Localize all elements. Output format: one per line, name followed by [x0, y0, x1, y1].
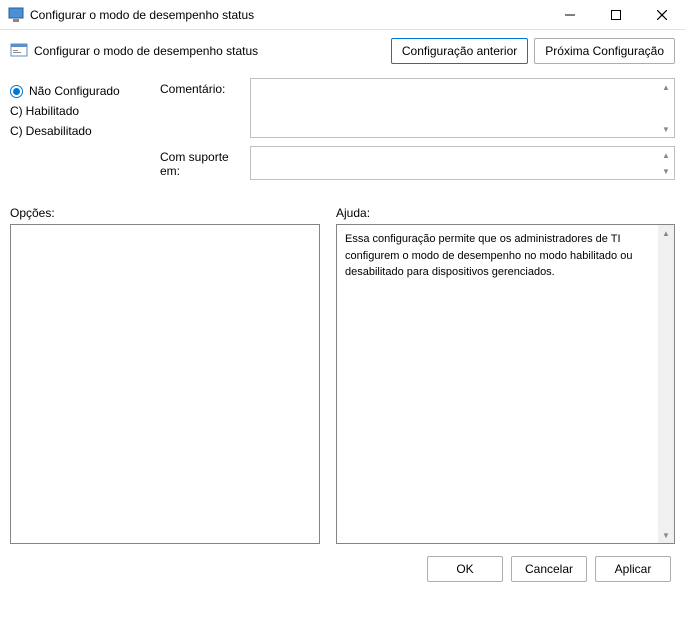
header-title: Configurar o modo de desempenho status — [34, 44, 391, 58]
radio-prefix: C) — [10, 104, 23, 118]
help-label: Ajuda: — [336, 206, 370, 220]
help-panel: Essa configuração permite que os adminis… — [336, 224, 675, 544]
supported-label: Com suporte em: — [160, 146, 250, 180]
scroll-up-icon: ▲ — [659, 148, 673, 162]
next-setting-button[interactable]: Próxima Configuração — [534, 38, 675, 64]
footer-buttons: OK Cancelar Aplicar — [10, 556, 675, 582]
radio-label: Desabilitado — [26, 124, 92, 138]
content-area: Configurar o modo de desempenho status C… — [0, 30, 685, 592]
help-scrollbar[interactable]: ▲ ▼ — [658, 225, 674, 543]
titlebar: Configurar o modo de desempenho status — [0, 0, 685, 30]
apply-button[interactable]: Aplicar — [595, 556, 671, 582]
radio-label: Habilitado — [26, 104, 79, 118]
app-icon — [8, 7, 24, 23]
scroll-down-icon: ▼ — [659, 164, 673, 178]
previous-setting-button[interactable]: Configuração anterior — [391, 38, 528, 64]
radio-dot-icon — [10, 85, 23, 98]
options-panel — [10, 224, 320, 544]
scroll-up-icon: ▲ — [659, 80, 673, 94]
ok-button[interactable]: OK — [427, 556, 503, 582]
window-title: Configurar o modo de desempenho status — [30, 8, 547, 22]
maximize-button[interactable] — [593, 0, 639, 29]
scroll-down-icon: ▼ — [659, 122, 673, 136]
radio-enabled[interactable]: C) Habilitado — [10, 104, 150, 118]
radio-prefix: C) — [10, 124, 23, 138]
policy-icon — [10, 42, 28, 60]
header-row: Configurar o modo de desempenho status C… — [10, 38, 675, 64]
close-button[interactable] — [639, 0, 685, 29]
state-options: Não Configurado C) Habilitado C) Desabil… — [10, 78, 160, 188]
radio-label: Não Configurado — [29, 84, 120, 98]
comment-scroll[interactable]: ▲ ▼ — [659, 80, 673, 136]
supported-input: ▲ ▼ — [250, 146, 675, 180]
scroll-down-icon: ▼ — [658, 527, 674, 543]
minimize-button[interactable] — [547, 0, 593, 29]
comment-input[interactable]: ▲ ▼ — [250, 78, 675, 138]
cancel-button[interactable]: Cancelar — [511, 556, 587, 582]
radio-not-configured[interactable]: Não Configurado — [10, 84, 150, 98]
radio-disabled[interactable]: C) Desabilitado — [10, 124, 150, 138]
comment-label: Comentário: — [160, 78, 250, 138]
scroll-up-icon: ▲ — [658, 225, 674, 241]
supported-scroll[interactable]: ▲ ▼ — [659, 148, 673, 178]
options-label: Opções: — [10, 206, 336, 220]
